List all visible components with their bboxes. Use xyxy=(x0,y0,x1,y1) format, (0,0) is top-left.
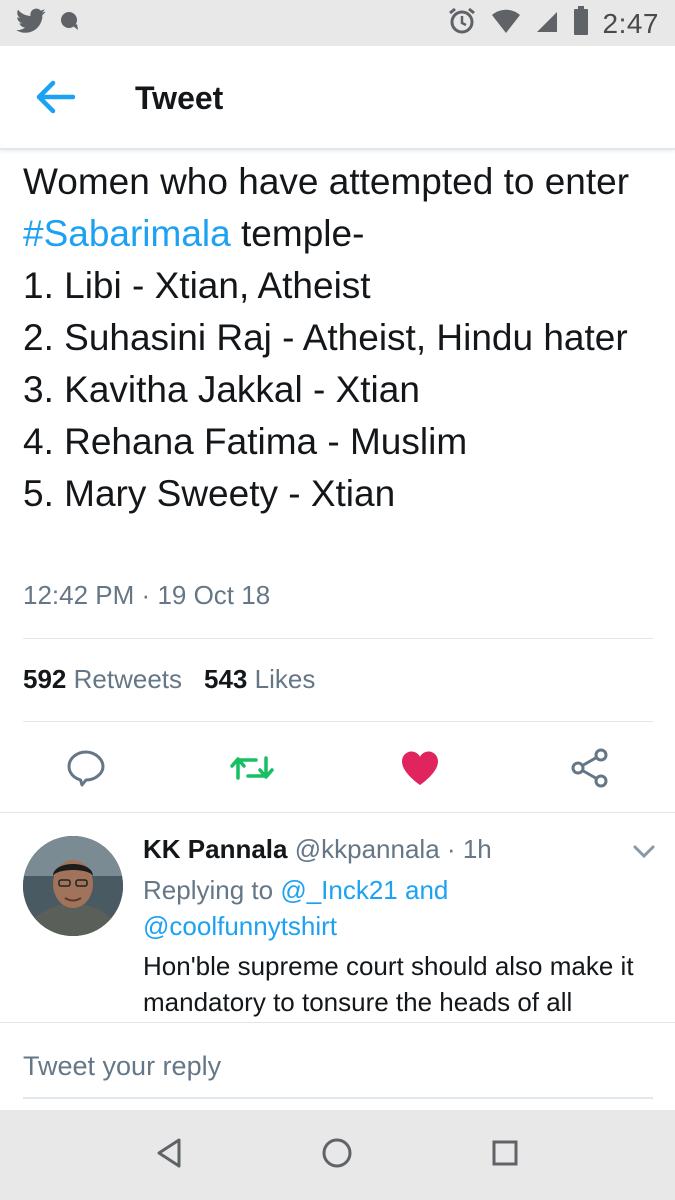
back-arrow-icon xyxy=(35,80,76,119)
tweet-text: Women who have attempted to enter #Sabar… xyxy=(23,156,663,520)
divider xyxy=(23,638,653,639)
likes-stat[interactable]: 543 Likes xyxy=(204,664,315,695)
android-nav-bar xyxy=(0,1110,675,1200)
chat-bubble-icon xyxy=(58,10,80,37)
status-bar-right: 2:47 xyxy=(447,6,660,41)
alarm-icon xyxy=(447,6,477,41)
tweet-text-body: temple- 1. Libi - Xtian, Atheist 2. Suha… xyxy=(23,213,628,514)
battery-icon xyxy=(573,6,589,41)
retweets-label: Retweets xyxy=(73,664,183,694)
retweet-button[interactable] xyxy=(230,748,274,792)
cell-signal-icon xyxy=(535,8,559,39)
likes-count: 543 xyxy=(204,664,248,694)
wifi-icon xyxy=(491,8,521,39)
tweet-stats: 592 Retweets 543 Likes xyxy=(23,664,315,695)
nav-home-button[interactable] xyxy=(314,1132,360,1178)
status-time: 2:47 xyxy=(602,7,659,39)
reply-input[interactable] xyxy=(23,1049,653,1099)
tweet-time: 12:42 PM xyxy=(23,580,135,610)
replying-user-link[interactable]: @_Inck21 xyxy=(280,875,397,905)
reply-separator: · xyxy=(446,834,456,864)
share-button[interactable] xyxy=(568,748,612,792)
replying-and: and xyxy=(397,875,449,905)
app-header: Tweet xyxy=(0,46,675,150)
status-bar-left xyxy=(16,8,80,39)
share-icon xyxy=(570,748,610,793)
page-title: Tweet xyxy=(135,80,224,116)
reply-age: 1h xyxy=(462,834,492,864)
nav-recents-icon xyxy=(491,1139,519,1172)
reply-author-name[interactable]: KK Pannala xyxy=(143,834,288,864)
meta-separator: · xyxy=(141,580,151,610)
nav-home-icon xyxy=(321,1137,353,1174)
replying-prefix: Replying to xyxy=(143,875,281,905)
avatar[interactable] xyxy=(23,836,123,936)
retweets-count: 592 xyxy=(23,664,67,694)
reply-button[interactable] xyxy=(64,748,108,792)
reply-text: Hon'ble supreme court should also make i… xyxy=(143,951,634,1017)
replying-user-link[interactable]: @coolfunnytshirt xyxy=(143,911,337,941)
tweet-date: 19 Oct 18 xyxy=(157,580,271,610)
nav-back-icon xyxy=(154,1137,184,1174)
retweets-stat[interactable]: 592 Retweets xyxy=(23,664,182,695)
chevron-down-icon xyxy=(630,845,658,866)
likes-label: Likes xyxy=(254,664,316,694)
compose-bar xyxy=(0,1022,675,1110)
reply-author-handle[interactable]: @kkpannala xyxy=(295,834,440,864)
tweet-timestamp: 12:42 PM · 19 Oct 18 xyxy=(23,580,270,611)
replying-to: Replying to @_Inck21 and @coolfunnytshirt xyxy=(143,872,643,944)
retweet-icon xyxy=(230,752,274,789)
back-button[interactable] xyxy=(30,76,80,122)
hashtag-link[interactable]: #Sabarimala xyxy=(23,213,231,254)
divider xyxy=(0,812,675,813)
reply-header: KK Pannala @kkpannala · 1h xyxy=(143,834,492,865)
nav-back-button[interactable] xyxy=(146,1132,192,1178)
status-bar: 2:47 xyxy=(0,0,675,46)
heart-icon xyxy=(400,750,440,791)
reply-icon xyxy=(66,749,106,792)
like-button[interactable] xyxy=(398,748,442,792)
twitter-bird-icon xyxy=(16,8,46,39)
nav-recents-button[interactable] xyxy=(482,1132,528,1178)
tweet-actions xyxy=(0,740,675,796)
divider xyxy=(23,721,653,722)
tweet-text-intro: Women who have attempted to enter xyxy=(23,161,630,202)
reply-menu-button[interactable] xyxy=(630,840,658,862)
